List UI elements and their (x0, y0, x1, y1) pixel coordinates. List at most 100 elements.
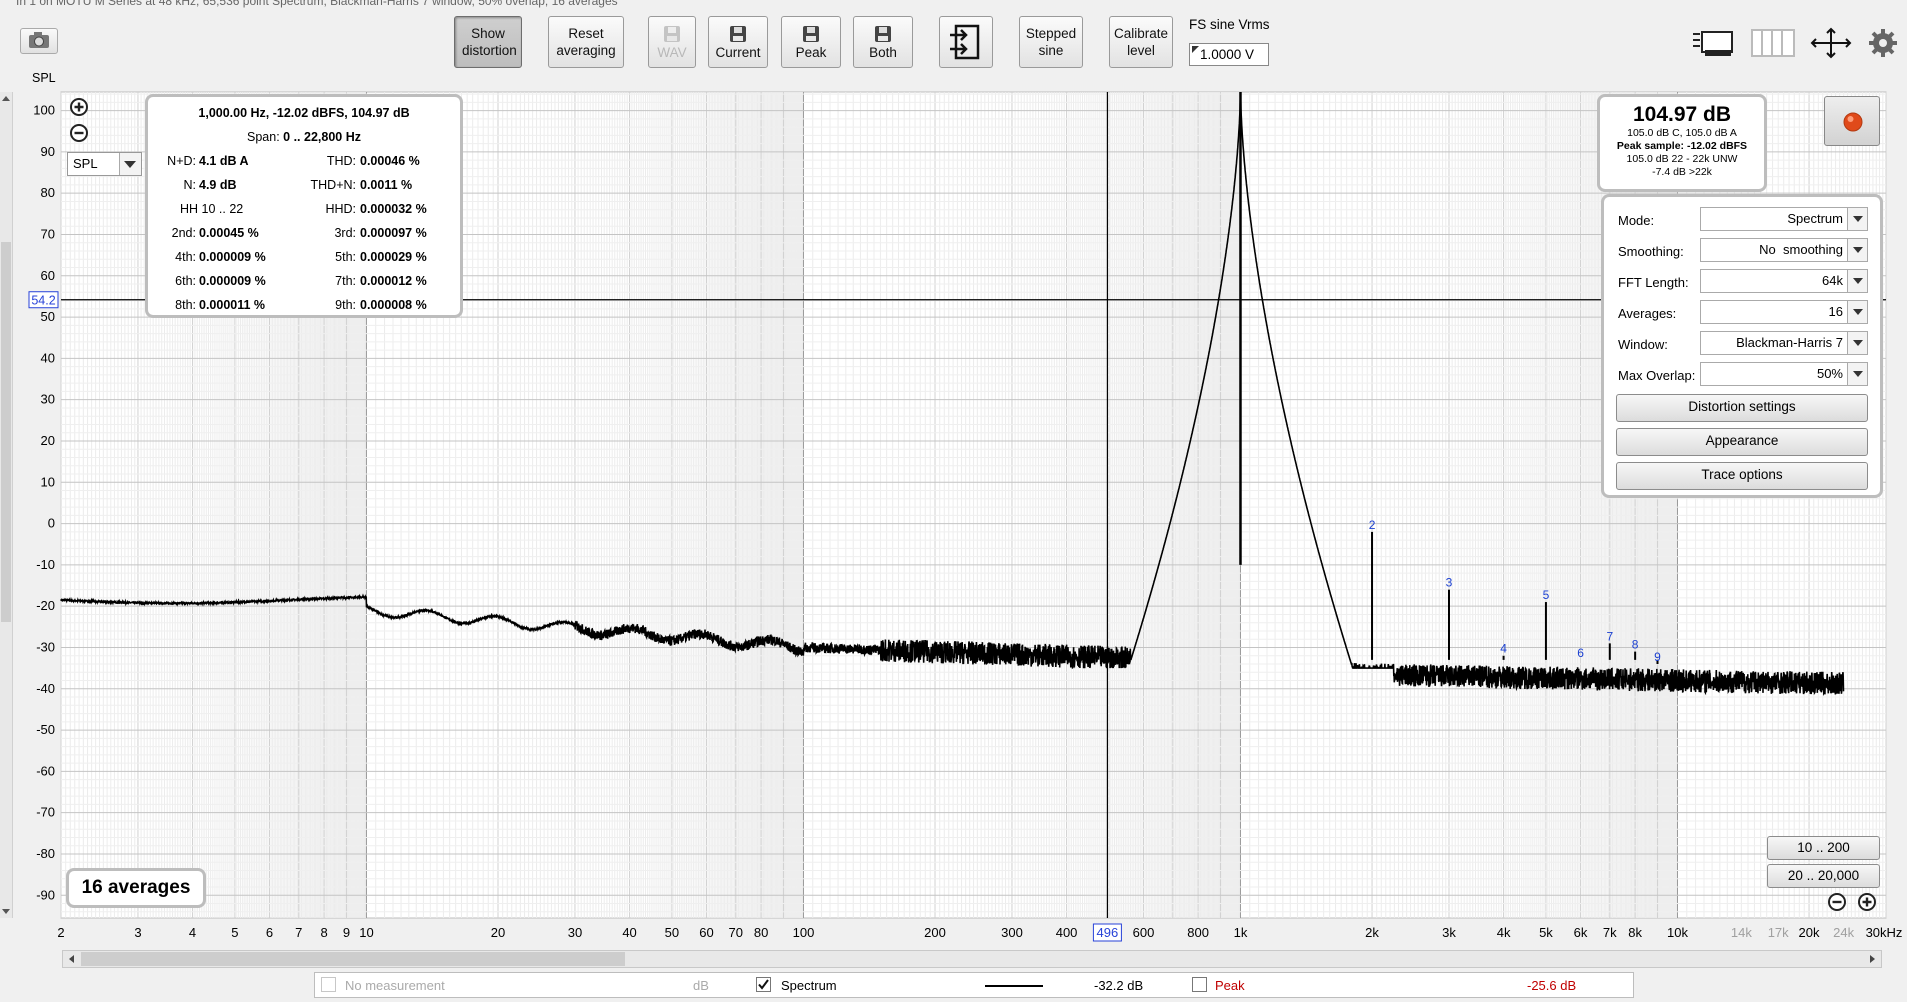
harmonic-marker-label: 4 (1500, 642, 1507, 656)
calibrate-level-button[interactable]: Calibrate level (1109, 16, 1173, 68)
x-zoom-in-icon[interactable] (1857, 892, 1877, 912)
save-both-button[interactable]: Both (853, 16, 913, 68)
level-line: Peak sample: -12.02 dBFS (1616, 140, 1748, 152)
range-20-20000-button[interactable]: 20 .. 20,000 (1767, 864, 1880, 888)
peak-value: -25.6 dB (1527, 978, 1577, 993)
x-tick-label: 8k (1628, 925, 1642, 940)
x-tick-label: 6k (1574, 925, 1588, 940)
fs-sine-label: FS sine Vrms (1189, 17, 1270, 32)
distortion-right-value: 0.00046 % (360, 154, 420, 168)
y-tick-label: 10 (41, 474, 55, 489)
spectrum-checkbox[interactable] (756, 977, 771, 992)
distortion-panel: 1,000.00 Hz, -12.02 dBFS, 104.97 dB Span… (145, 94, 463, 318)
window-title: In 1 on MOTU M Series at 48 kHz, 65,536 … (16, 0, 618, 8)
harmonic-marker-label: 9 (1654, 650, 1661, 664)
smoothing-select[interactable]: No smoothing (1700, 238, 1868, 262)
save-wav-button[interactable]: WAV (648, 16, 696, 68)
settings-gear-icon[interactable] (1868, 28, 1898, 58)
max-overlap-select[interactable]: 50% (1700, 362, 1868, 386)
x-tick-label: 24k (1833, 925, 1854, 940)
distortion-right-value: 0.000032 % (360, 202, 427, 216)
show-distortion-button[interactable]: Show distortion (454, 16, 522, 68)
window-label: Window: (1618, 337, 1668, 352)
x-tick-label: 10 (359, 925, 373, 940)
y-tick-label: -20 (36, 598, 55, 613)
fs-sine-input[interactable]: 1.0000 V (1189, 43, 1269, 66)
averages-select[interactable]: 16 (1700, 300, 1868, 324)
chevron-down-icon (1847, 208, 1867, 230)
y-tick-label: -70 (36, 805, 55, 820)
x-tick-label: 300 (1001, 925, 1023, 940)
x-tick-label: 70 (729, 925, 743, 940)
averages-label: Averages: (1618, 306, 1677, 321)
distortion-left-value: 0.000011 % (199, 298, 266, 312)
x-tick-label: 6 (266, 925, 273, 940)
x-tick-label: 5 (231, 925, 238, 940)
max-overlap-label: Max Overlap: (1618, 368, 1696, 383)
x-tick-label: 4 (189, 925, 196, 940)
chevron-down-icon (1847, 332, 1867, 354)
y-tick-label: -30 (36, 639, 55, 654)
fft-length-select[interactable]: 64k (1700, 269, 1868, 293)
legend-layout-icon[interactable] (1690, 28, 1736, 58)
title-bar: In 1 on MOTU M Series at 48 kHz, 65,536 … (0, 0, 1907, 8)
fit-graph-icon[interactable] (1808, 26, 1854, 60)
spl-unit-select[interactable]: SPL (67, 152, 142, 176)
save-peak-button[interactable]: Peak (781, 16, 841, 68)
x-tick-label: 3k (1442, 925, 1456, 940)
x-tick-label: 7k (1603, 925, 1617, 940)
averages-badge: 16 averages (66, 868, 206, 908)
stepped-sine-button[interactable]: Stepped sine (1019, 16, 1083, 68)
distortion-left-label: 8th: (175, 298, 196, 312)
horizontal-scrollbar[interactable] (62, 950, 1882, 968)
cursor-y-readout: 54.2 (28, 291, 59, 309)
chevron-down-icon (1847, 239, 1867, 261)
x-tick-label: 9 (343, 925, 350, 940)
x-tick-label: 200 (924, 925, 946, 940)
x-tick-label: 3 (134, 925, 141, 940)
reset-averaging-button[interactable]: Reset averaging (548, 16, 624, 68)
save-current-button[interactable]: Current (708, 16, 768, 68)
distortion-settings-button[interactable]: Distortion settings (1616, 394, 1868, 422)
distortion-left-label: N: (183, 178, 197, 192)
record-button[interactable] (1824, 96, 1880, 146)
floppy-disk-icon (664, 25, 680, 42)
distortion-right-label: THD+N: (310, 178, 357, 192)
distortion-left-value: 0.000009 % (199, 274, 266, 288)
y-tick-label: -50 (36, 722, 55, 737)
appearance-button[interactable]: Appearance (1616, 428, 1868, 456)
x-tick-label: 5k (1539, 925, 1553, 940)
no-measurement-checkbox[interactable] (321, 977, 336, 992)
window-select[interactable]: Blackman-Harris 7 (1700, 331, 1868, 355)
y-tick-label: 30 (41, 392, 55, 407)
distortion-left-value: 0.00045 % (199, 226, 259, 240)
peak-label: Peak (1215, 978, 1245, 993)
zoom-out-icon[interactable] (69, 123, 89, 143)
columns-layout-icon[interactable] (1750, 28, 1796, 58)
generator-button[interactable] (939, 16, 993, 68)
level-line: 105.0 dB C, 105.0 dB A (1627, 127, 1737, 139)
distortion-left-label: 2nd: (171, 226, 196, 240)
distortion-right-value: 0.000029 % (360, 250, 427, 264)
distortion-left-value: 4.9 dB (199, 178, 237, 192)
distortion-right-value: 0.000097 % (360, 226, 427, 240)
y-tick-label: -60 (36, 763, 55, 778)
camera-icon[interactable] (20, 28, 58, 54)
distortion-span: Span: 0 .. 22,800 Hz (247, 130, 361, 144)
y-tick-label: -10 (36, 557, 55, 572)
trace-options-button[interactable]: Trace options (1616, 462, 1868, 490)
level-line: 105.0 dB 22 - 22k UNW (1626, 153, 1738, 165)
fft-length-label: FFT Length: (1618, 275, 1689, 290)
peak-checkbox[interactable] (1192, 977, 1207, 992)
smoothing-label: Smoothing: (1618, 244, 1684, 259)
distortion-right-label: 5th: (335, 250, 356, 264)
x-zoom-out-icon[interactable] (1827, 892, 1847, 912)
y-tick-label: 70 (41, 226, 55, 241)
mode-select[interactable]: Spectrum (1700, 207, 1868, 231)
zoom-in-icon[interactable] (69, 97, 89, 117)
y-tick-label: 40 (41, 350, 55, 365)
y-tick-label: -90 (36, 887, 55, 902)
x-tick-label: 2k (1365, 925, 1379, 940)
distortion-left-value: 0.000009 % (199, 250, 266, 264)
range-10-200-button[interactable]: 10 .. 200 (1767, 836, 1880, 860)
